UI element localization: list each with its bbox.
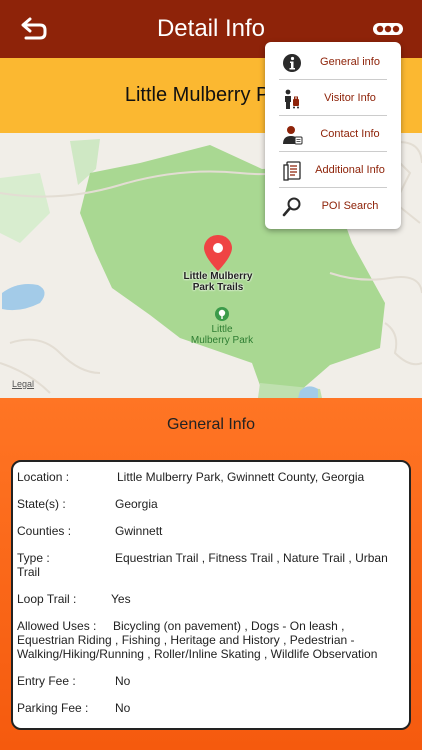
menu-item-additional-info[interactable]: Additional Info [279,154,387,188]
menu-divider [279,115,387,116]
document-icon [283,161,301,181]
park-map-label: Little Mulberry Park [190,324,254,346]
park-tree-icon [215,307,229,321]
menu-item-visitor-info[interactable]: Visitor Info [279,82,387,116]
menu-item-contact-info[interactable]: Contact Info [279,118,387,152]
menu-divider [279,151,387,152]
section-title: General Info [166,416,256,433]
location-pin-icon[interactable] [203,234,233,272]
menu-item-general-info[interactable]: General info [279,46,387,80]
info-icon [283,54,301,72]
menu-divider [279,187,387,188]
search-icon [282,197,301,217]
info-section: General Info Location : Little Mulberry … [0,398,422,750]
menu-item-poi-search[interactable]: POI Search [279,190,387,224]
visitor-icon [285,89,299,109]
trail-map-label: Little Mulberry Park Trails [183,271,253,293]
options-dropdown-menu: General info Visitor Info Contact Info A… [265,42,401,229]
contact-icon [283,126,303,145]
legal-link[interactable]: Legal [12,379,34,389]
more-dots-icon [373,23,403,35]
menu-divider [279,79,387,80]
info-card: Location : Little Mulberry Park, Gwinnet… [11,460,411,730]
more-menu-button[interactable] [372,18,404,40]
